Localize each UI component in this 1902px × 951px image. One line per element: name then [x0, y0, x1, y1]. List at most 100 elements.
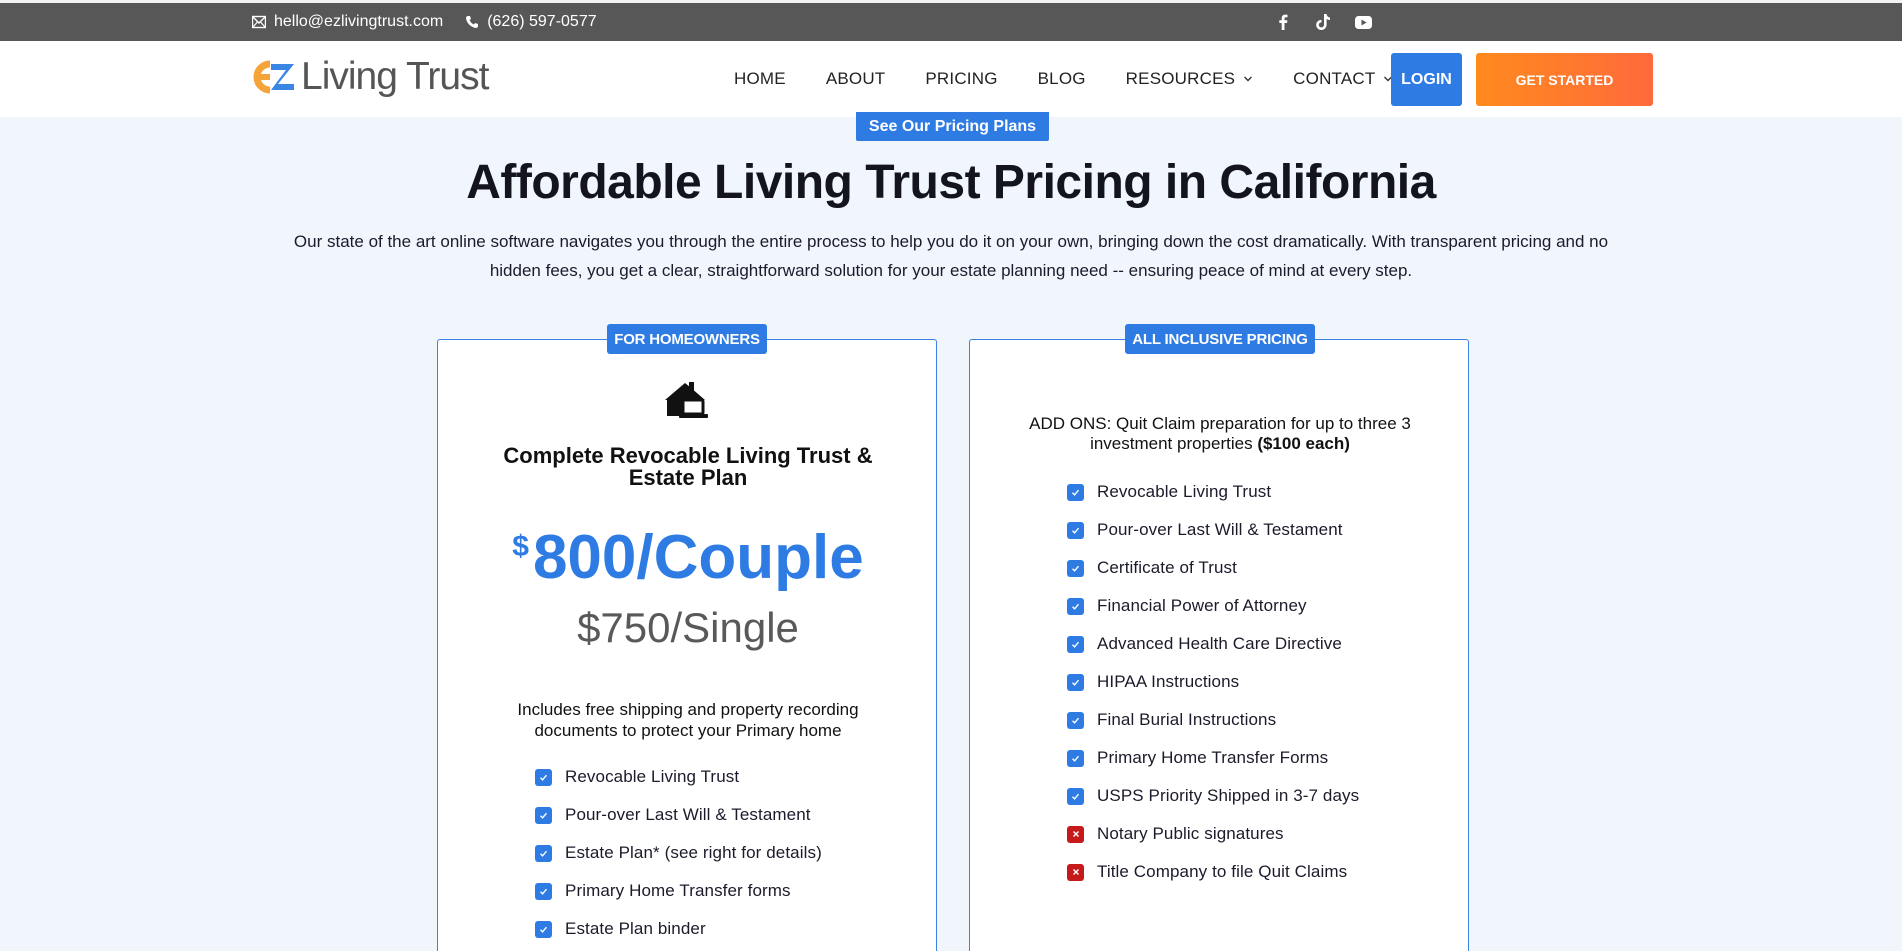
house-laptop-icon	[665, 382, 708, 418]
get-started-button[interactable]: GET STARTED	[1476, 53, 1653, 106]
feature-label: Notary Public signatures	[1097, 824, 1284, 843]
nav-menu: HOME ABOUT PRICING BLOG RESOURCES CONTAC…	[734, 41, 1433, 117]
check-icon	[1067, 559, 1084, 577]
check-icon	[535, 920, 552, 938]
logo-text: Living Trust	[301, 55, 489, 98]
top-contact-bar: hello@ezlivingtrust.com (626) 597-0577	[0, 0, 1902, 41]
couple-price-amount: 800/Couple	[532, 523, 864, 592]
currency-symbol: $	[512, 530, 529, 563]
chevron-down-icon	[1244, 76, 1253, 82]
check-icon	[1067, 483, 1084, 501]
list-item: Estate Plan* (see right for details)	[535, 834, 822, 872]
cross-icon	[1067, 863, 1084, 881]
list-item: HIPAA Instructions	[1067, 663, 1359, 701]
contact-info: hello@ezlivingtrust.com (626) 597-0577	[252, 3, 619, 41]
addons-description: ADD ONS: Quit Claim preparation for up t…	[1029, 414, 1411, 453]
list-item: USPS Priority Shipped in 3-7 days	[1067, 777, 1359, 815]
nav-label-about: ABOUT	[825, 69, 886, 88]
nav-label-pricing: PRICING	[925, 69, 998, 88]
phone-link[interactable]: (626) 597-0577	[465, 13, 597, 31]
list-item: Final Burial Instructions	[1067, 701, 1359, 739]
single-price: $750/Single	[577, 604, 799, 651]
feature-label: Pour-over Last Will & Testament	[1097, 520, 1343, 539]
phone-icon	[466, 16, 479, 28]
feature-label: Final Burial Instructions	[1097, 710, 1277, 729]
list-item: Advanced Health Care Directive	[1067, 625, 1359, 663]
inclusive-tag: ALL INCLUSIVE PRICING	[1125, 324, 1315, 354]
cross-icon	[1067, 825, 1084, 843]
nav-label-resources: RESOURCES	[1125, 69, 1236, 88]
feature-label: Estate Plan binder	[565, 919, 706, 938]
inclusive-pricing-card: ALL INCLUSIVE PRICING ADD ONS: Quit Clai…	[969, 324, 1469, 951]
list-item: Title Company to file Quit Claims	[1067, 853, 1359, 891]
check-icon	[535, 806, 552, 824]
ez-logo-icon	[253, 60, 294, 94]
youtube-link[interactable]	[1354, 13, 1372, 31]
list-item: Financial Power of Attorney	[1067, 587, 1359, 625]
feature-label: HIPAA Instructions	[1097, 672, 1240, 691]
feature-label: USPS Priority Shipped in 3-7 days	[1097, 786, 1360, 805]
feature-label: Primary Home Transfer forms	[565, 881, 791, 900]
feature-label: Title Company to file Quit Claims	[1097, 862, 1348, 881]
feature-label: Advanced Health Care Directive	[1097, 634, 1342, 653]
list-item: Estate Plan binder	[535, 910, 822, 948]
homeowner-plan-card: FOR HOMEOWNERS Complete Revocable Living…	[437, 324, 938, 951]
main-navigation: Living Trust HOME ABOUT PRICING BLOG RES…	[0, 41, 1902, 117]
nav-item-resources[interactable]: RESOURCES	[1126, 69, 1254, 89]
list-item: Primary Home Transfer Forms	[1067, 739, 1359, 777]
mail-icon	[252, 15, 266, 29]
check-icon	[535, 768, 552, 786]
site-logo[interactable]: Living Trust	[252, 55, 489, 99]
list-item: Pour-over Last Will & Testament	[1067, 511, 1359, 549]
check-icon	[1067, 597, 1084, 615]
feature-label: Estate Plan* (see right for details)	[565, 843, 822, 862]
check-icon	[1067, 749, 1084, 767]
nav-label-home: HOME	[734, 69, 786, 88]
tiktok-link[interactable]	[1314, 13, 1332, 31]
check-icon	[1067, 787, 1084, 805]
check-icon	[1067, 635, 1084, 653]
nav-label-blog: BLOG	[1037, 69, 1086, 88]
page-title: Affordable Living Trust Pricing in Calif…	[466, 156, 1436, 209]
nav-item-contact[interactable]: CONTACT	[1293, 69, 1393, 89]
nav-item-pricing[interactable]: PRICING	[925, 69, 997, 89]
nav-item-blog[interactable]: BLOG	[1038, 69, 1086, 89]
nav-item-about[interactable]: ABOUT	[826, 69, 886, 89]
list-item: Revocable Living Trust	[535, 758, 822, 796]
list-item: Pour-over Last Will & Testament	[535, 796, 822, 834]
couple-price: $800/Couple	[438, 522, 938, 593]
plan-feature-list: Revocable Living Trust Pour-over Last Wi…	[535, 758, 822, 948]
list-item: Revocable Living Trust	[1067, 473, 1359, 511]
facebook-link[interactable]	[1274, 13, 1292, 31]
logo-mark	[252, 60, 296, 94]
email-link[interactable]: hello@ezlivingtrust.com	[252, 13, 443, 31]
feature-label: Primary Home Transfer Forms	[1097, 748, 1329, 767]
login-button[interactable]: LOGIN	[1391, 53, 1462, 106]
check-icon	[535, 882, 552, 900]
addons-price: ($100 each)	[1257, 434, 1350, 453]
plan-tag: FOR HOMEOWNERS	[607, 324, 767, 354]
check-icon	[1067, 673, 1084, 691]
inclusive-feature-list: Revocable Living Trust Pour-over Last Wil…	[1067, 473, 1359, 891]
feature-label: Certificate of Trust	[1097, 558, 1237, 577]
intro-paragraph: Our state of the art online software nav…	[293, 232, 1609, 280]
nav-item-home[interactable]: HOME	[734, 69, 786, 89]
plan-title: Complete Revocable Living Trust & Estate…	[503, 443, 873, 490]
feature-label: Pour-over Last Will & Testament	[565, 805, 811, 824]
social-links	[1252, 3, 1372, 41]
facebook-icon	[1279, 14, 1288, 30]
feature-label: Revocable Living Trust	[1097, 482, 1272, 501]
youtube-icon	[1354, 15, 1372, 29]
email-text: hello@ezlivingtrust.com	[274, 13, 444, 30]
check-icon	[1067, 711, 1084, 729]
see-pricing-plans-button[interactable]: See Our Pricing Plans	[856, 112, 1049, 141]
list-item: Certificate of Trust	[1067, 549, 1359, 587]
addons-text: ADD ONS: Quit Claim preparation for up t…	[1005, 414, 1435, 454]
feature-label: Financial Power of Attorney	[1097, 596, 1307, 615]
feature-label: Revocable Living Trust	[565, 767, 740, 786]
phone-text: (626) 597-0577	[487, 13, 597, 30]
includes-text: Includes free shipping and property reco…	[517, 700, 859, 740]
check-icon	[1067, 521, 1084, 539]
tiktok-icon	[1315, 14, 1330, 30]
list-item: Primary Home Transfer forms	[535, 872, 822, 910]
